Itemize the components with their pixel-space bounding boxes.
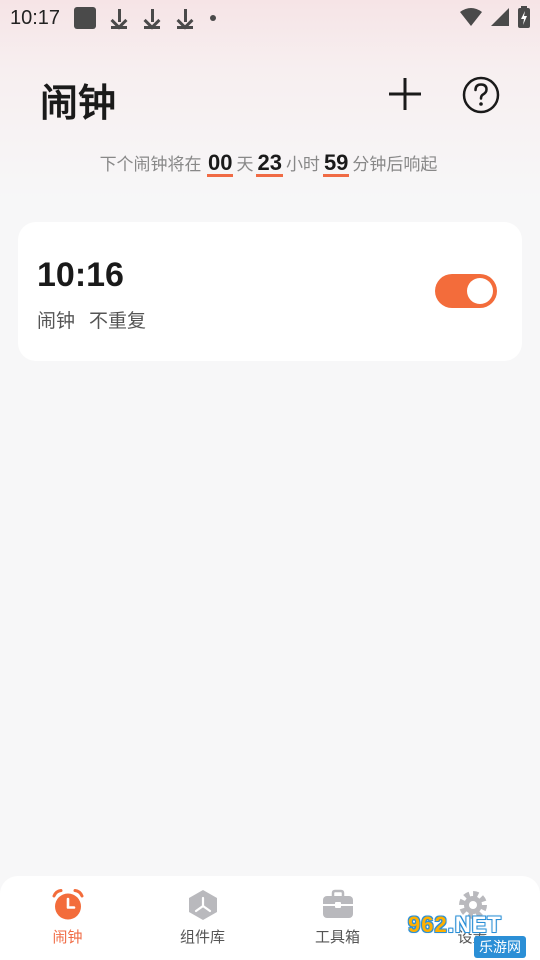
countdown-suffix: 分钟后响起 (352, 155, 438, 175)
nav-item-widgets[interactable]: 组件库 (135, 876, 270, 960)
nav-item-toolbox[interactable]: 工具箱 (270, 876, 405, 960)
download-icon (142, 7, 162, 29)
toolbox-icon (322, 889, 353, 918)
countdown-hours-unit: 小时 (285, 155, 320, 175)
countdown-prefix: 下个闹钟将在 (99, 155, 202, 175)
question-circle-icon (462, 76, 500, 114)
download-icon (175, 7, 195, 29)
help-button[interactable] (460, 74, 502, 116)
watermark-logo: 962.NET (408, 912, 502, 937)
countdown-hours: 23 (256, 150, 283, 177)
plus-icon (389, 78, 421, 110)
page-title: 闹钟 (40, 81, 117, 125)
countdown-days-unit: 天 (236, 155, 254, 175)
battery-charging-icon (518, 6, 530, 28)
site-watermark: 962.NET 乐游网 (402, 910, 536, 958)
app-notification-icon (74, 7, 97, 29)
system-icons (460, 6, 530, 28)
nav-label-widgets: 组件库 (179, 928, 225, 946)
status-time: 10:17 (10, 6, 61, 29)
toggle-knob (467, 278, 493, 304)
notification-icons (74, 7, 217, 29)
countdown-days: 00 (206, 150, 234, 177)
nav-item-alarm[interactable]: 闹钟 (0, 876, 135, 960)
status-bar: 10:17 (0, 0, 540, 36)
alarm-card[interactable]: 10:16 闹钟 不重复 (18, 222, 522, 361)
signal-icon (491, 8, 509, 26)
nav-label-alarm: 闹钟 (52, 928, 83, 946)
alarm-enable-toggle[interactable] (435, 274, 497, 308)
alarm-repeat: 不重复 (89, 310, 147, 332)
alarm-time: 10:16 (37, 256, 124, 294)
countdown-minutes: 59 (322, 150, 350, 177)
next-alarm-countdown: 下个闹钟将在 00 天 23 小时 59 分钟后响起 (0, 150, 540, 177)
add-alarm-button[interactable] (385, 74, 425, 114)
widget-cube-icon (188, 890, 217, 920)
alarm-label: 闹钟 (37, 310, 76, 332)
alarm-clock-icon (52, 889, 83, 920)
download-icon (109, 7, 129, 29)
nav-label-toolbox: 工具箱 (314, 928, 360, 946)
watermark-badge: 乐游网 (474, 936, 526, 958)
wifi-icon (460, 8, 482, 26)
more-notifications-dot-icon (210, 15, 217, 21)
alarm-details: 闹钟 不重复 (37, 306, 146, 333)
